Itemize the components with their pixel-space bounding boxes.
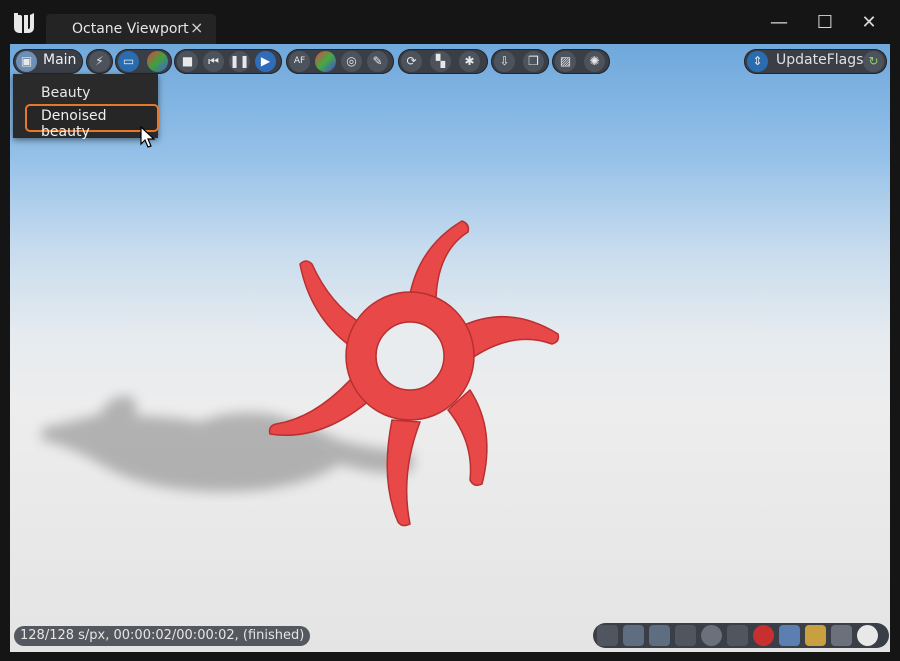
aov-icon[interactable]: AF [289, 51, 310, 72]
bottom-toolbar [593, 623, 889, 648]
tab-title: Octane Viewport [72, 21, 189, 37]
layers-2-icon[interactable] [649, 625, 670, 646]
object-shadow [42, 395, 414, 492]
update-flags-group: ⇕ UpdateFlags ↻ [744, 49, 887, 74]
clock-icon[interactable] [701, 625, 722, 646]
picture-icon[interactable] [831, 625, 852, 646]
unreal-engine-logo[interactable] [10, 9, 38, 37]
render-pass-dropdown: Beauty Denoised beauty [13, 74, 159, 140]
render-settings-group: AF ◎ ✎ [286, 49, 394, 74]
pause-icon[interactable]: ❚❚ [229, 51, 250, 72]
lightning-group: ⚡ [86, 49, 113, 74]
sync-icon[interactable]: ⟳ [401, 51, 422, 72]
play-icon[interactable]: ▶ [255, 51, 276, 72]
color-wheel-icon[interactable] [315, 51, 336, 72]
maximize-icon[interactable]: ☐ [812, 10, 838, 36]
update-flags-label[interactable]: UpdateFlags [776, 52, 863, 68]
display-group: ▭ [115, 49, 172, 74]
tab-octane-viewport[interactable]: Octane Viewport × [46, 14, 216, 44]
image-icon[interactable]: ▨ [555, 51, 576, 72]
update-flags-icon[interactable]: ⇕ [747, 51, 768, 72]
monitor-icon[interactable]: ▭ [118, 51, 139, 72]
lightning-icon[interactable]: ⚡ [89, 51, 110, 72]
tools-group: ⟳ ▚ ✱ [398, 49, 488, 74]
frame-icon[interactable] [675, 625, 696, 646]
blue-cube-icon[interactable] [779, 625, 800, 646]
title-bar: Octane Viewport × — ☐ ✕ [0, 0, 900, 44]
cube-stack-icon[interactable]: ❒ [523, 51, 544, 72]
menu-item-denoised-beauty[interactable]: Denoised beauty [25, 104, 159, 140]
wand-icon[interactable]: ✱ [459, 51, 480, 72]
render-status-text: 128/128 s/px, 00:00:02/00:00:02, (finish… [14, 626, 311, 646]
red-sphere-icon[interactable] [753, 625, 774, 646]
film-icon[interactable]: ✎ [367, 51, 388, 72]
menu-item-beauty[interactable]: Beauty [41, 85, 90, 101]
cube-icon: ▣ [16, 51, 37, 72]
camera-icon[interactable] [597, 625, 618, 646]
stop-icon[interactable]: ■ [177, 51, 198, 72]
output-group: ▨ ✺ [552, 49, 610, 74]
octane-logo-icon[interactable]: ✺ [584, 51, 605, 72]
color-grid-icon[interactable] [147, 51, 168, 72]
octane-viewport-window: Octane Viewport × — ☐ ✕ ▣ Main ⚡ ▭ ■ ⏮ ❚… [0, 0, 900, 661]
close-icon[interactable]: ✕ [856, 10, 882, 36]
crosshair-icon[interactable] [727, 625, 748, 646]
viewport-toolbar: ▣ Main ⚡ ▭ ■ ⏮ ❚❚ ▶ AF ◎ ✎ ⟳ ▚ ✱ ⇩ ❒ ▨ ✺… [10, 44, 890, 78]
mouse-cursor-icon [140, 126, 156, 148]
import-icon[interactable]: ⇩ [494, 51, 515, 72]
gold-cube-icon[interactable] [805, 625, 826, 646]
camera-menu-label: Main [43, 52, 77, 68]
rewind-icon[interactable]: ⏮ [203, 51, 224, 72]
refresh-icon[interactable]: ↻ [863, 51, 884, 72]
checker-icon[interactable]: ▚ [430, 51, 451, 72]
playback-group: ■ ⏮ ❚❚ ▶ [174, 49, 282, 74]
star-burst-icon[interactable] [857, 625, 878, 646]
render-viewport[interactable]: ▣ Main ⚡ ▭ ■ ⏮ ❚❚ ▶ AF ◎ ✎ ⟳ ▚ ✱ ⇩ ❒ ▨ ✺… [10, 44, 890, 652]
minimize-icon[interactable]: — [766, 10, 792, 36]
tab-close-icon[interactable]: × [190, 18, 203, 37]
layers-icon[interactable] [623, 625, 644, 646]
camera-menu-button[interactable]: ▣ Main [13, 49, 83, 74]
red-octane-shape [268, 220, 560, 527]
lens-icon[interactable]: ◎ [341, 51, 362, 72]
scene-group: ⇩ ❒ [491, 49, 549, 74]
